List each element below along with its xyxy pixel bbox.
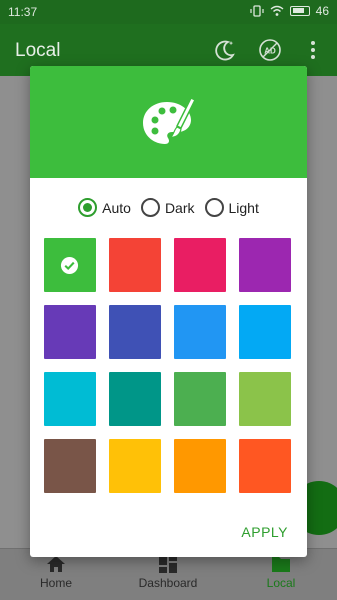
ad-icon[interactable]: AD xyxy=(258,38,282,62)
radio-label: Auto xyxy=(102,199,131,216)
color-swatch[interactable] xyxy=(44,372,96,426)
color-swatch[interactable] xyxy=(239,238,291,292)
radio-auto[interactable]: Auto xyxy=(78,198,131,217)
theme-dialog: Auto Dark Light APPLY xyxy=(30,66,307,557)
radio-label: Light xyxy=(228,199,259,216)
radio-button[interactable] xyxy=(140,198,160,217)
color-swatch[interactable] xyxy=(239,305,291,359)
radio-dark[interactable]: Dark xyxy=(140,198,195,217)
color-swatch[interactable] xyxy=(239,439,291,493)
palette-icon xyxy=(143,98,197,144)
color-swatch[interactable] xyxy=(239,372,291,426)
status-icons: 46 xyxy=(250,4,329,18)
status-bar: 11:37 46 xyxy=(0,0,337,24)
nav-item-dashboard[interactable]: Dashboard xyxy=(118,555,218,590)
radio-button[interactable] xyxy=(204,198,224,217)
status-time: 11:37 xyxy=(8,5,38,19)
apply-button[interactable]: APPLY xyxy=(241,524,288,540)
color-swatch[interactable] xyxy=(174,372,226,426)
battery-icon xyxy=(289,6,310,16)
color-swatch[interactable] xyxy=(109,439,161,493)
radio-light[interactable]: Light xyxy=(204,198,259,217)
color-swatch[interactable] xyxy=(109,238,161,292)
nav-item-home[interactable]: Home xyxy=(6,555,106,590)
color-swatch[interactable] xyxy=(109,372,161,426)
color-swatch[interactable] xyxy=(44,305,96,359)
dialog-header xyxy=(30,66,307,178)
color-swatch[interactable] xyxy=(174,305,226,359)
nav-item-label: Home xyxy=(39,576,72,590)
nav-item-label: Local xyxy=(266,576,296,590)
nav-item-label: Dashboard xyxy=(138,576,198,590)
vibrate-icon xyxy=(250,5,264,17)
page-title: Local xyxy=(15,40,61,61)
color-swatch[interactable] xyxy=(109,305,161,359)
folder-icon xyxy=(272,557,290,572)
radio-label: Dark xyxy=(164,199,195,216)
color-swatch[interactable] xyxy=(174,439,226,493)
color-swatch[interactable] xyxy=(44,439,96,493)
wifi-icon xyxy=(270,5,284,16)
color-grid xyxy=(44,238,293,493)
color-swatch[interactable] xyxy=(44,238,96,292)
dashboard-icon xyxy=(159,555,177,573)
color-swatch[interactable] xyxy=(174,238,226,292)
check-circle-icon xyxy=(60,256,79,275)
moon-icon[interactable] xyxy=(213,38,237,62)
battery-level: 46 xyxy=(315,4,329,18)
theme-mode-group: Auto Dark Light xyxy=(30,198,307,217)
more-icon[interactable] xyxy=(305,38,321,62)
home-icon xyxy=(47,556,65,572)
nav-item-local[interactable]: Local xyxy=(231,555,331,590)
radio-button[interactable] xyxy=(78,198,98,217)
